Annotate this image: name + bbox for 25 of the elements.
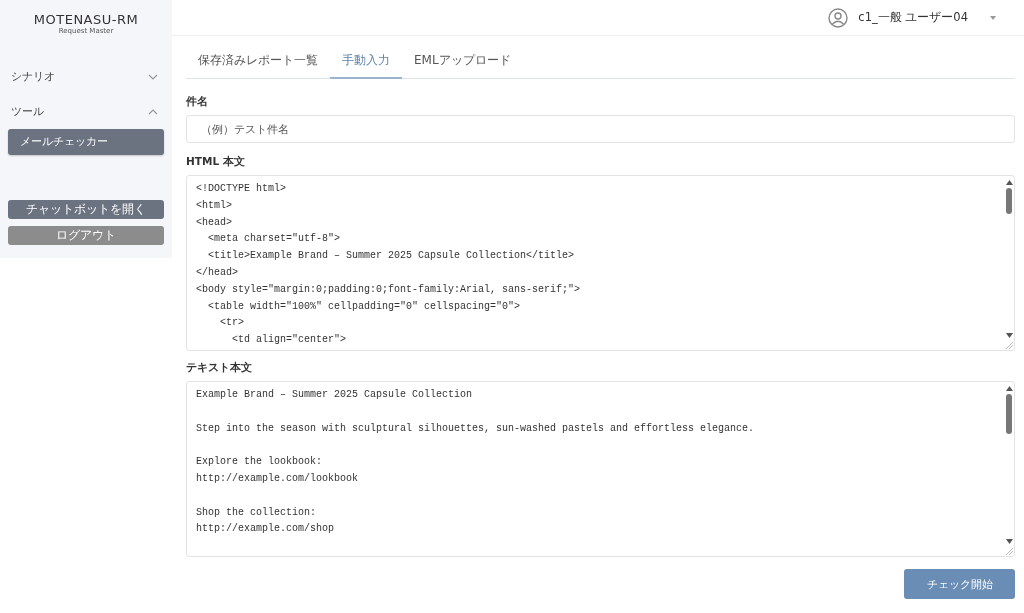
sidebar-group[interactable]: シナリオ xyxy=(8,59,164,94)
sidebar-group[interactable]: ツール xyxy=(8,94,164,129)
field-label: 件名 xyxy=(186,95,209,109)
caret-icon[interactable] xyxy=(990,15,996,20)
scrollbar-thumb[interactable] xyxy=(1006,394,1012,434)
html-body-textarea[interactable]: <!DOCTYPE html> <html> <head> <meta charset="utf-8"> <title>Example Brand – Summer 2025 Capsule Collection</title> </head> <body style="margin:0;padding:0;font-family:Arial, sans-serif;"> <table width="100%" cellpadding="0" cellspacing="0"> <tr> <td align="center"> xyxy=(186,175,1015,351)
scrollbar-thumb[interactable] xyxy=(1006,188,1012,214)
resize-grip-icon[interactable] xyxy=(1005,341,1013,349)
sidebar-item[interactable]: メールチェッカー xyxy=(8,129,164,155)
chatbot-button[interactable]: チャットボットを開く xyxy=(8,200,164,219)
field-label: テキスト本文 xyxy=(186,361,253,375)
tab[interactable]: 手動入力 xyxy=(330,42,402,79)
tab[interactable]: EMLアップロード xyxy=(402,42,523,79)
resize-grip-icon[interactable] xyxy=(1005,547,1013,555)
scroll-up-icon[interactable] xyxy=(1005,386,1013,391)
user-name[interactable]: c1_一般 ユーザー04 xyxy=(858,10,968,25)
scroll-down-icon[interactable] xyxy=(1005,539,1013,544)
scroll-up-icon[interactable] xyxy=(1005,180,1013,185)
scroll-down-icon[interactable] xyxy=(1005,333,1013,338)
field-label: HTML 本文 xyxy=(186,155,246,169)
logo-title: MOTENASU-RM xyxy=(33,12,139,27)
user-avatar-icon xyxy=(828,7,849,28)
subject-input[interactable]: （例）テスト件名 xyxy=(186,115,1015,143)
tab[interactable]: 保存済みレポート一覧 xyxy=(186,42,330,79)
text-body-textarea[interactable]: Example Brand – Summer 2025 Capsule Collection Step into the season with sculptural silhouettes, sun-washed pastels and effortless elegance. Explore the lookbook: http://example.com/lookbook Shop the collection: http://example.com/shop xyxy=(186,381,1015,557)
